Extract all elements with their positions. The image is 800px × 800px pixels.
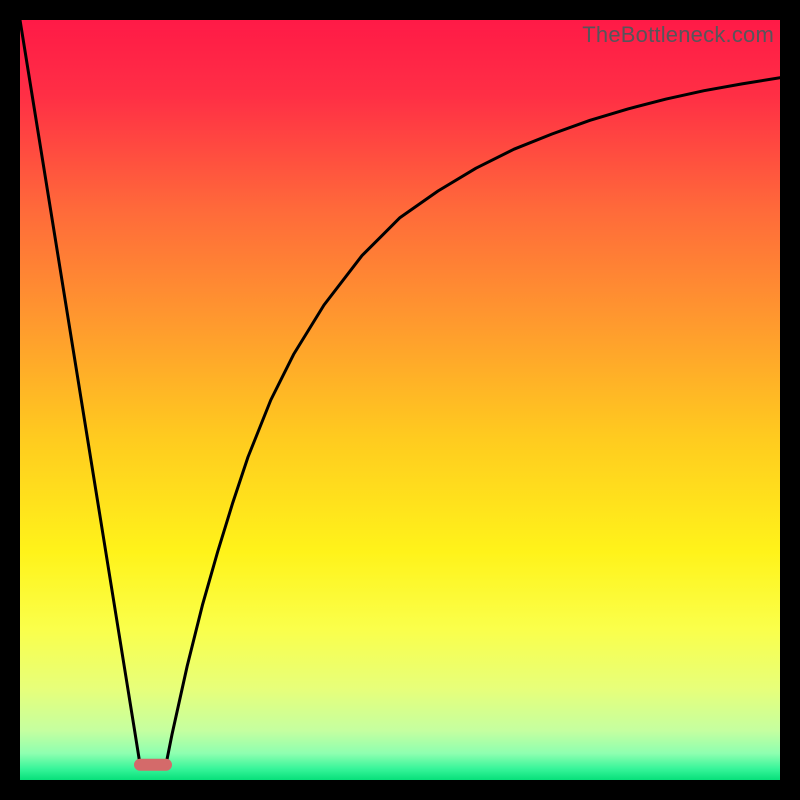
chart-background [20,20,780,780]
watermark: TheBottleneck.com [582,22,774,48]
bottleneck-chart [20,20,780,780]
optimal-marker [134,759,172,771]
plot-frame: TheBottleneck.com [20,20,780,780]
